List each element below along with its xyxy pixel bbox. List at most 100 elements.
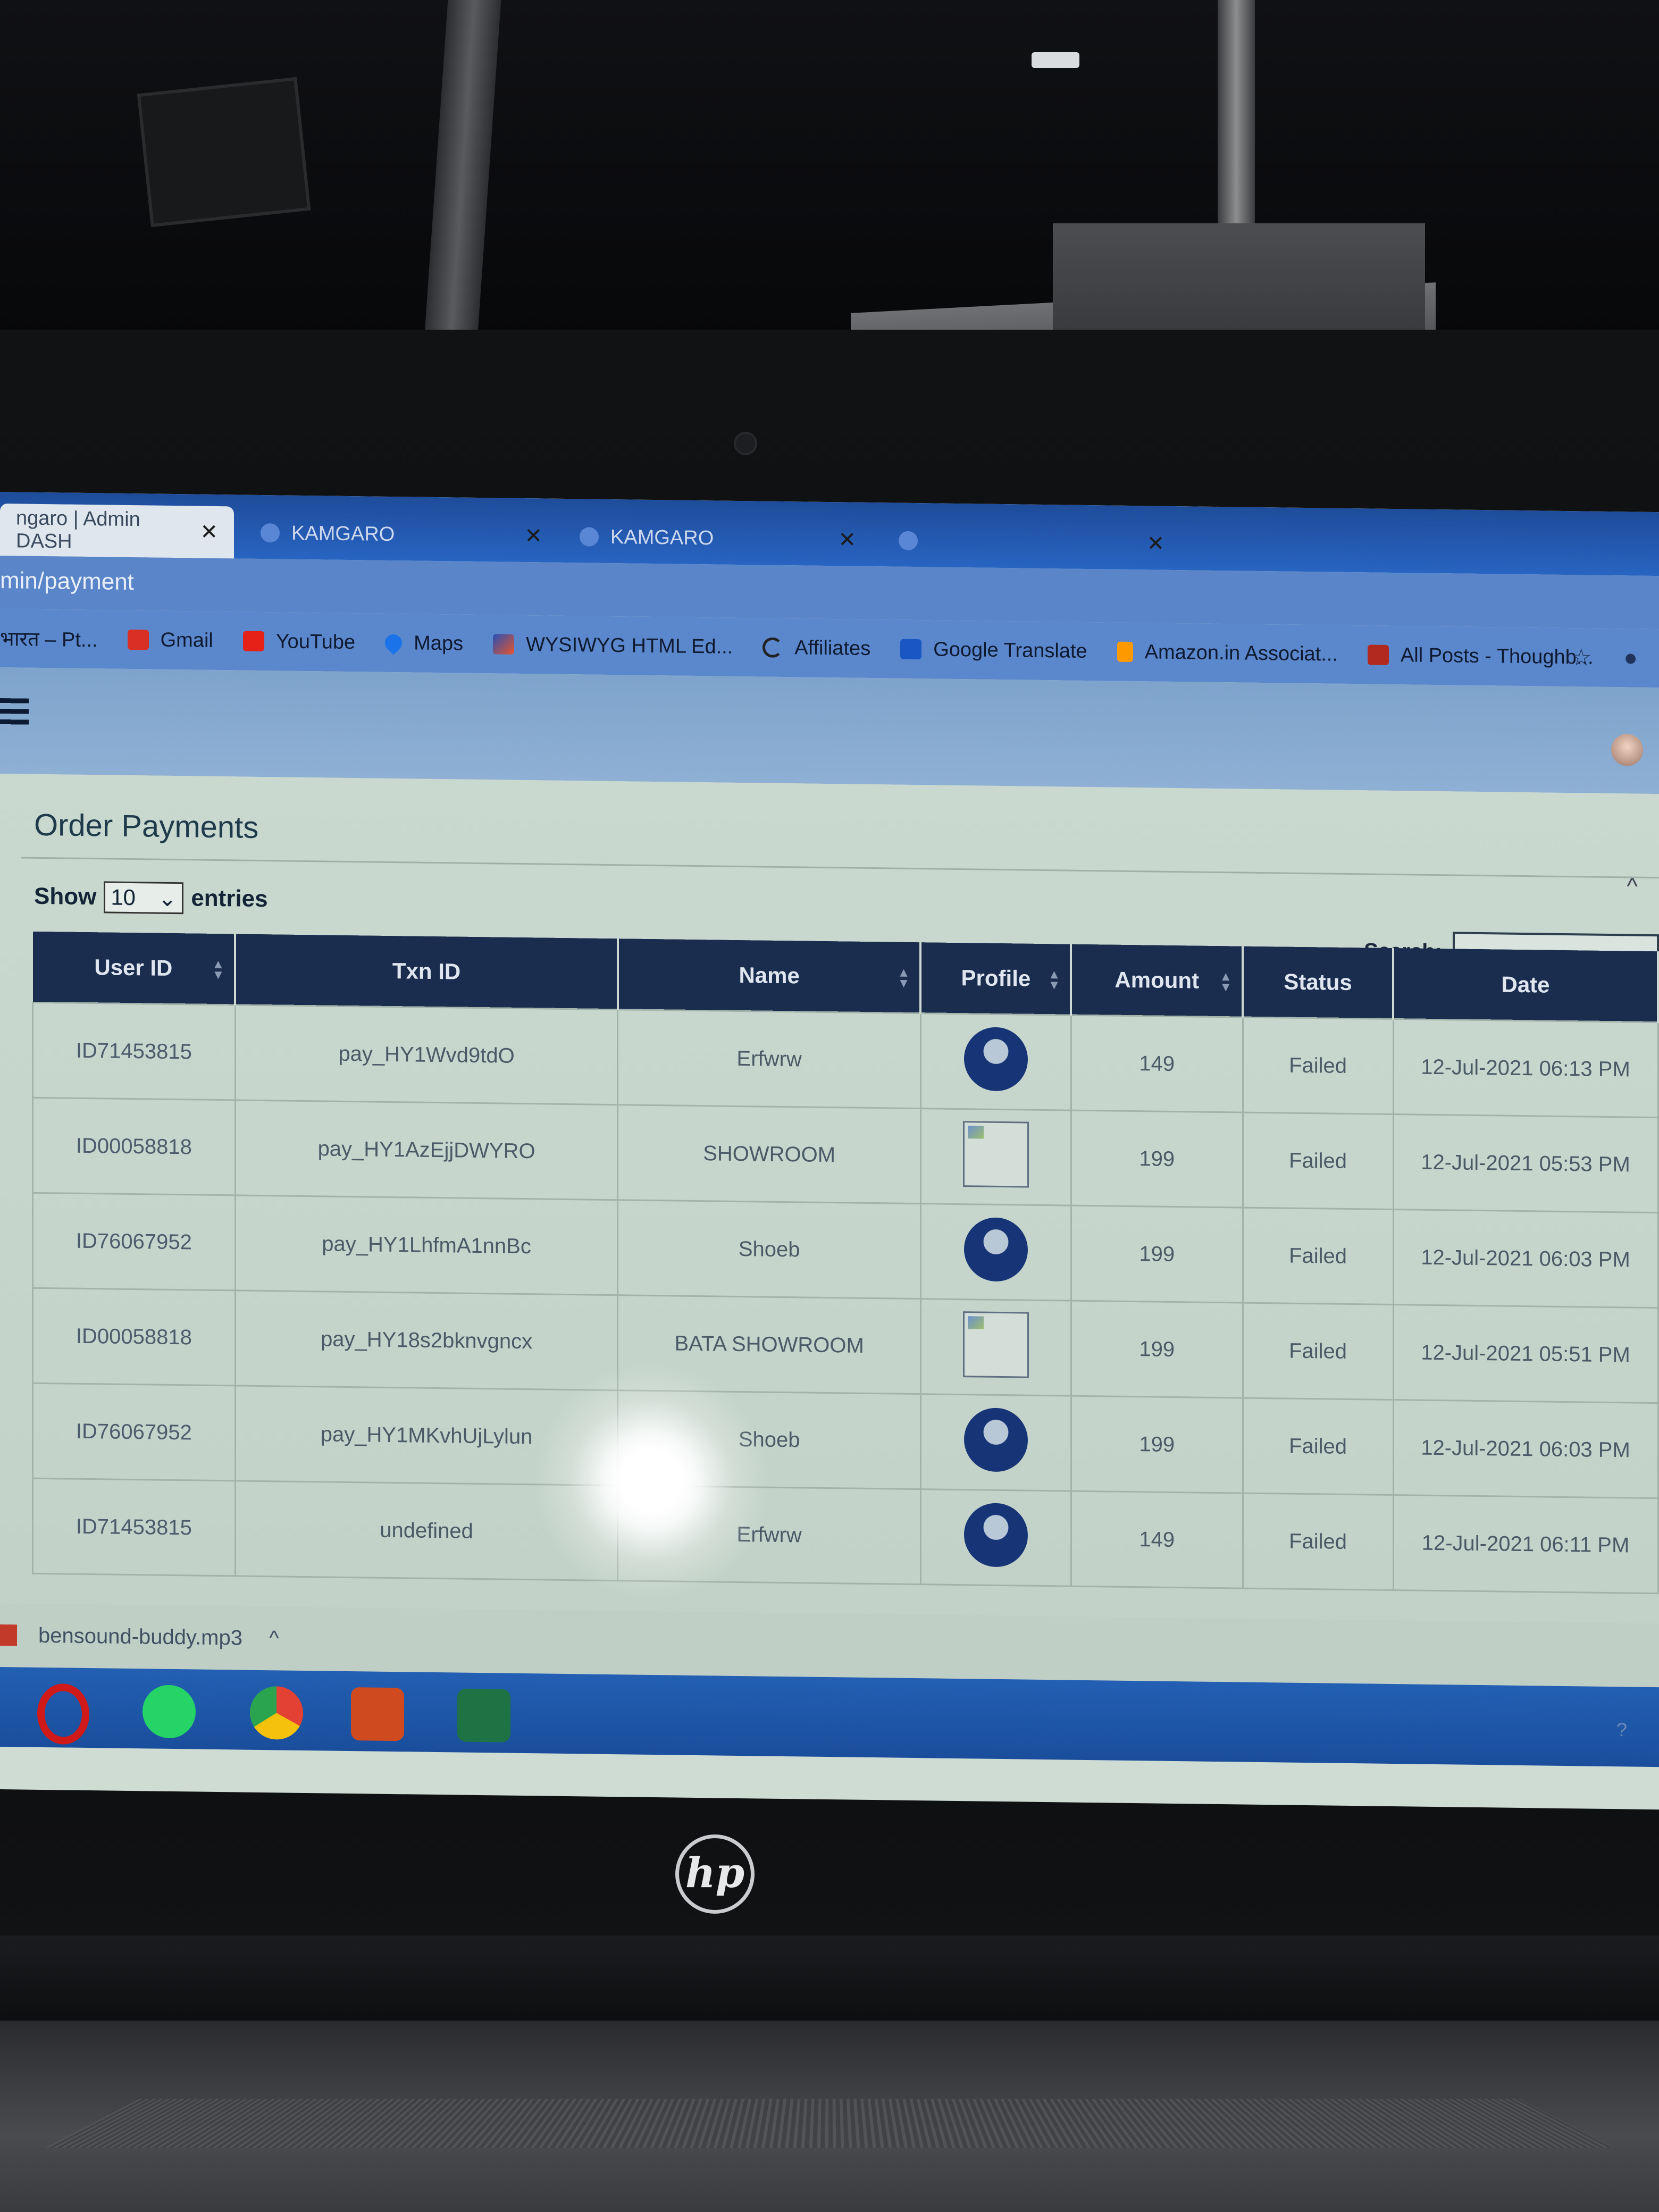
close-icon[interactable]: ✕ — [838, 527, 856, 552]
browser-tab[interactable]: ✕ — [883, 514, 1180, 570]
door-frame — [424, 0, 501, 340]
cell-name: BATA SHOWROOM — [617, 1295, 921, 1394]
bookmark-label: WYSIWYG HTML Ed... — [526, 633, 733, 658]
webcam-icon — [734, 432, 757, 455]
cell-profile — [920, 1489, 1071, 1587]
bookmark-all-posts[interactable]: All Posts - Thoughb... — [1367, 643, 1594, 669]
avatar-icon — [963, 1217, 1028, 1282]
bookmark-maps[interactable]: Maps — [381, 631, 463, 655]
column-header-profile[interactable]: Profile ▲ ▼ — [920, 942, 1071, 1016]
browser-tab[interactable]: KAMGARO ✕ — [564, 510, 872, 566]
cell-user-id: ID00058818 — [32, 1097, 236, 1195]
browser-tab[interactable]: ngaro | Admin DASH ✕ — [0, 504, 234, 559]
cell-name: Shoeb — [617, 1390, 921, 1489]
chevron-down-icon: ⌄ — [158, 885, 177, 911]
cell-user-id: ID71453815 — [32, 1002, 236, 1100]
gmail-icon — [127, 629, 149, 650]
close-icon[interactable]: ✕ — [524, 524, 542, 548]
maps-pin-icon — [381, 631, 406, 655]
sort-icon: ▲ ▼ — [1219, 969, 1233, 995]
cell-user-id: ID76067952 — [32, 1193, 236, 1291]
show-label: Show — [34, 883, 97, 910]
tab-title: KAMGARO — [610, 525, 714, 549]
chrome-icon[interactable] — [250, 1686, 303, 1740]
cell-date: 12-Jul-2021 06:03 PM — [1393, 1209, 1658, 1308]
cell-status: Failed — [1243, 1112, 1394, 1210]
bookmark-affiliates[interactable]: Affiliates — [763, 636, 870, 660]
bookmark-gmail[interactable]: Gmail — [127, 628, 213, 652]
column-header-date[interactable]: Date — [1393, 948, 1658, 1023]
bookmark-wysiwyg[interactable]: WYSIWYG HTML Ed... — [493, 633, 733, 659]
tab-title: KAMGARO — [291, 522, 395, 546]
column-label: Txn ID — [392, 958, 461, 984]
laptop-logo: hp — [675, 1834, 755, 1914]
browser-tab[interactable]: KAMGARO ✕ — [245, 507, 558, 563]
cell-txn-id: pay_HY1LhfmA1nnBc — [235, 1195, 618, 1295]
opera-icon[interactable] — [37, 1683, 89, 1745]
site-favicon-icon — [899, 531, 918, 551]
star-icon[interactable]: ☆ — [1571, 644, 1591, 671]
column-header-status[interactable]: Status — [1243, 946, 1394, 1019]
amazon-icon — [1117, 641, 1133, 663]
translate-icon — [900, 639, 922, 660]
cell-txn-id: pay_HY18s2bknvgncx — [235, 1290, 618, 1390]
sort-icon: ▲ ▼ — [212, 957, 225, 983]
bookmark-google-translate[interactable]: Google Translate — [900, 638, 1087, 663]
cell-profile — [920, 1203, 1071, 1301]
cell-status: Failed — [1243, 1398, 1394, 1495]
sort-icon: ▲ ▼ — [1048, 967, 1061, 993]
entries-value: 10 — [111, 884, 136, 910]
cell-name: Erfwrw — [617, 1009, 921, 1109]
cell-amount: 149 — [1071, 1015, 1243, 1113]
bookmark-item[interactable]: भारत – Pt... — [0, 624, 98, 653]
user-avatar[interactable] — [1611, 734, 1643, 766]
broken-image-icon — [962, 1311, 1029, 1378]
column-label: Name — [739, 962, 800, 988]
cell-amount: 149 — [1071, 1491, 1243, 1589]
cell-date: 12-Jul-2021 06:13 PM — [1393, 1019, 1658, 1118]
column-header-user-id[interactable]: User ID ▲ ▼ — [32, 931, 236, 1005]
wall-poster — [137, 77, 311, 228]
bookmark-youtube[interactable]: YouTube — [242, 630, 356, 654]
column-label: Profile — [961, 965, 1031, 991]
cell-status: Failed — [1243, 1493, 1394, 1590]
system-tray: ? — [1616, 1719, 1627, 1741]
download-filename[interactable]: bensound-buddy.mp3 — [38, 1623, 242, 1650]
column-header-amount[interactable]: Amount ▲ ▼ — [1071, 944, 1243, 1018]
site-favicon-icon — [261, 523, 280, 543]
column-label: Date — [1501, 971, 1550, 998]
chevron-up-icon[interactable]: ^ — [1627, 873, 1638, 900]
help-icon[interactable]: ? — [1616, 1719, 1627, 1740]
column-header-name[interactable]: Name ▲ ▼ — [617, 939, 921, 1013]
wall-frame — [1218, 0, 1255, 245]
cell-profile — [920, 1298, 1071, 1396]
whatsapp-icon[interactable] — [143, 1685, 196, 1739]
column-label: User ID — [94, 954, 173, 981]
bookmark-label: YouTube — [275, 630, 356, 653]
menu-icon[interactable] — [0, 698, 29, 725]
bookmark-label: Google Translate — [933, 638, 1087, 663]
url-text[interactable]: min/payment — [0, 567, 134, 596]
excel-icon[interactable] — [457, 1688, 510, 1742]
table-row[interactable]: ID71453815 undefined Erfwrw 149 Failed 1… — [32, 1478, 1658, 1594]
divider — [21, 857, 1659, 879]
close-icon[interactable]: ✕ — [1146, 531, 1164, 556]
site-favicon-icon — [580, 527, 599, 547]
avatar-icon — [963, 1407, 1028, 1472]
column-header-txn-id[interactable]: Txn ID — [235, 934, 618, 1010]
bookmark-amazon[interactable]: Amazon.in Associat... — [1117, 640, 1338, 666]
entries-select[interactable]: 10 ⌄ — [104, 881, 184, 915]
presentation-icon[interactable] — [351, 1687, 404, 1741]
browser-actions: ☆ ● — [1571, 644, 1638, 672]
ceiling-light — [1032, 52, 1079, 68]
cell-profile — [920, 1394, 1071, 1492]
profile-icon[interactable]: ● — [1623, 644, 1638, 672]
cell-profile — [920, 1013, 1071, 1111]
cell-user-id: ID76067952 — [32, 1383, 236, 1481]
cell-status: Failed — [1243, 1208, 1394, 1305]
laptop-screen: ngaro | Admin DASH ✕ KAMGARO ✕ KAMGARO ✕… — [0, 492, 1659, 1810]
close-icon[interactable]: ✕ — [200, 520, 218, 544]
chevron-up-icon[interactable]: ^ — [269, 1627, 279, 1650]
audio-file-icon — [0, 1624, 17, 1646]
avatar-icon — [963, 1503, 1028, 1568]
